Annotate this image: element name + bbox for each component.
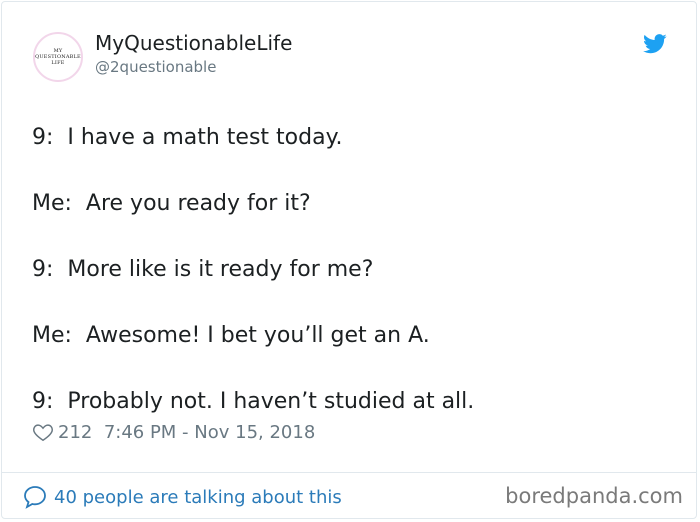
- tweet-timestamp[interactable]: 7:46 PM - Nov 15, 2018: [104, 422, 315, 443]
- tweet-line-gap: [32, 220, 474, 253]
- author-handle[interactable]: @2questionable: [95, 58, 216, 76]
- footer-divider: [1, 472, 697, 473]
- tweet-line: 9: More like is it ready for me?: [32, 257, 374, 282]
- tweet-line: 9: Probably not. I haven’t studied at al…: [32, 389, 475, 414]
- watermark: boredpanda.com: [505, 484, 683, 508]
- tweet-line-gap: [32, 286, 474, 319]
- tweet-line: Me: Are you ready for it?: [32, 191, 311, 216]
- meta-spacer: [92, 422, 103, 443]
- avatar[interactable]: MY QUESTIONABLE LIFE: [33, 32, 83, 82]
- tweet-line: 9: I have a math test today.: [32, 125, 343, 150]
- speech-bubble-icon: [24, 486, 46, 509]
- tweet-meta: 212 7:46 PM - Nov 15, 2018: [32, 421, 315, 443]
- tweet-text: 9: I have a math test today. Me: Are you…: [32, 121, 474, 418]
- heart-icon[interactable]: [32, 421, 54, 443]
- tweet-line: Me: Awesome! I bet you’ll get an A.: [32, 323, 430, 348]
- talking-text[interactable]: 40 people are talking about this: [54, 487, 342, 508]
- like-count[interactable]: 212: [58, 422, 92, 443]
- twitter-bird-icon[interactable]: [643, 34, 667, 54]
- tweet-line-gap: [32, 154, 474, 187]
- author-display-name[interactable]: MyQuestionableLife: [95, 31, 292, 55]
- talking-link[interactable]: 40 people are talking about this: [22, 484, 342, 510]
- avatar-text-line: LIFE: [51, 60, 65, 66]
- tweet-line-gap: [32, 352, 474, 385]
